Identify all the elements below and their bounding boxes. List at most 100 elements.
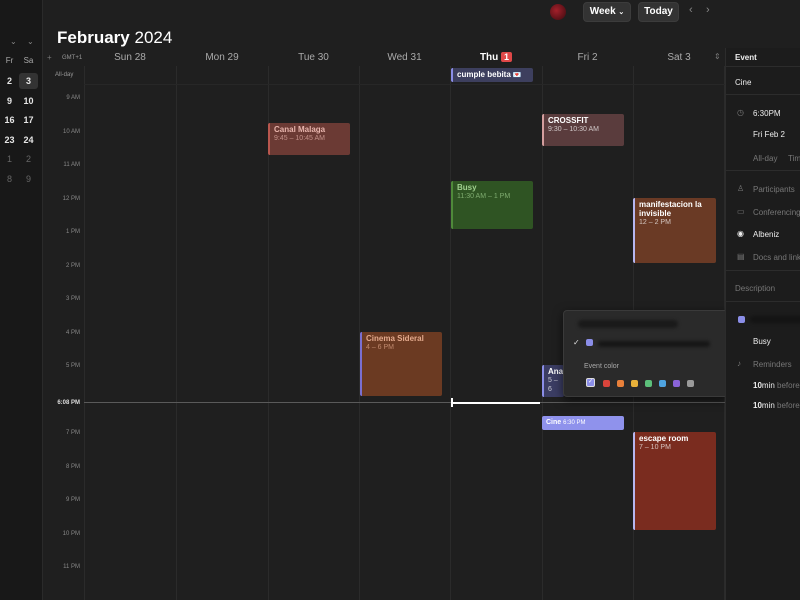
reminder-value: 10 bbox=[753, 401, 762, 410]
day-header[interactable]: Fri 2 bbox=[542, 52, 633, 66]
mini-day[interactable]: 9 bbox=[0, 96, 19, 106]
hour-label: 4 PM bbox=[65, 330, 80, 336]
description-field[interactable]: Description bbox=[735, 284, 775, 293]
event-cinema-sideral[interactable]: Cinema Sideral 4 – 6 PM bbox=[360, 332, 442, 396]
event-title: Canal Malaga bbox=[274, 125, 326, 134]
event-escape-room[interactable]: escape room 7 – 10 PM bbox=[633, 432, 716, 530]
event-title: escape room bbox=[639, 434, 689, 443]
day-header[interactable]: Mon 29 bbox=[176, 52, 268, 66]
event-title: Ana bbox=[548, 367, 564, 376]
event-cumple[interactable]: cumple bebita 💌 bbox=[451, 68, 533, 82]
all-day-toggle[interactable]: All-day bbox=[753, 154, 777, 163]
mini-day[interactable]: 1 bbox=[0, 154, 19, 164]
avatar[interactable] bbox=[550, 4, 566, 20]
color-swatch[interactable] bbox=[645, 380, 652, 387]
reminder-1[interactable]: 10min before bbox=[753, 381, 800, 390]
mini-day[interactable]: 2 bbox=[19, 154, 38, 164]
event-time: 11:30 AM – 1 PM bbox=[457, 193, 511, 200]
color-swatch[interactable] bbox=[617, 380, 624, 387]
mini-dow: Sa bbox=[23, 56, 34, 65]
day-label: Thu bbox=[479, 52, 499, 63]
hour-line bbox=[84, 84, 725, 85]
day-divider bbox=[450, 66, 451, 600]
docs-field[interactable]: Docs and links bbox=[753, 253, 800, 262]
mini-day[interactable]: 16 bbox=[0, 115, 19, 125]
event-time: 12 – 2 PM bbox=[639, 219, 671, 226]
day-header-today[interactable]: Thu 1 bbox=[450, 52, 542, 66]
redacted-calendar-option[interactable] bbox=[598, 341, 710, 347]
hour-label: 10 PM bbox=[62, 531, 80, 537]
redacted-calendar-selector[interactable] bbox=[750, 316, 800, 323]
event-ana[interactable]: Ana 5 – 6 bbox=[542, 365, 564, 397]
mini-day[interactable]: 17 bbox=[19, 115, 38, 125]
current-time-marker bbox=[451, 398, 453, 407]
event-time: 6:30 PM bbox=[563, 420, 586, 426]
calendar-swatch[interactable] bbox=[586, 339, 593, 346]
day-header[interactable]: Sun 28 bbox=[84, 52, 176, 66]
color-swatch[interactable] bbox=[603, 380, 610, 387]
day-header[interactable]: Sat 3 bbox=[633, 52, 725, 66]
event-title: Cinema Sideral bbox=[366, 334, 424, 343]
current-time-label: 6:08 PM bbox=[57, 400, 80, 406]
divider bbox=[726, 66, 800, 67]
mini-next-icon[interactable]: ⌄ bbox=[27, 37, 34, 46]
color-swatch-selected[interactable]: ✓ bbox=[586, 378, 595, 387]
video-icon: ▭ bbox=[737, 207, 745, 216]
event-title: Cine bbox=[546, 419, 562, 426]
location-field[interactable]: Albeniz bbox=[753, 230, 779, 239]
event-busy[interactable]: Busy 11:30 AM – 1 PM bbox=[451, 181, 533, 229]
day-header[interactable]: Wed 31 bbox=[359, 52, 450, 66]
event-manifestacion[interactable]: manifestacion la invisible 12 – 2 PM bbox=[633, 198, 716, 263]
event-date-field[interactable]: Fri Feb 2 bbox=[753, 130, 785, 139]
reminder-value: 10 bbox=[753, 381, 762, 390]
next-week-icon[interactable]: › bbox=[706, 4, 710, 16]
check-icon: ✓ bbox=[573, 338, 580, 347]
document-icon: ▤ bbox=[737, 252, 745, 261]
event-time: 9:30 – 10:30 AM bbox=[548, 126, 599, 133]
event-time-field[interactable]: 6:30PM bbox=[753, 109, 781, 118]
mini-day[interactable]: 9 bbox=[19, 174, 38, 184]
reminder-suffix: before bbox=[777, 401, 800, 410]
calendar-color-swatch[interactable] bbox=[738, 316, 745, 323]
divider bbox=[726, 170, 800, 171]
reminder-unit: min bbox=[761, 381, 775, 390]
color-swatch[interactable] bbox=[673, 380, 680, 387]
divider bbox=[726, 301, 800, 302]
event-cine[interactable]: Cine 6:30 PM bbox=[542, 416, 624, 430]
view-select[interactable]: Week ⌄ bbox=[583, 2, 631, 22]
mini-day[interactable]: 8 bbox=[0, 174, 19, 184]
participants-field[interactable]: Participants bbox=[753, 185, 795, 194]
prev-week-icon[interactable]: ‹ bbox=[689, 4, 693, 16]
add-icon[interactable]: + bbox=[47, 53, 52, 62]
mini-day-selected[interactable]: 3 bbox=[19, 73, 38, 89]
timezone-label[interactable]: GMT+1 bbox=[62, 55, 82, 61]
mini-day[interactable]: 10 bbox=[19, 96, 38, 106]
availability-field[interactable]: Busy bbox=[753, 337, 771, 346]
time-zone-toggle[interactable]: Tim bbox=[788, 154, 800, 163]
view-select-label: Week bbox=[589, 6, 616, 17]
day-header[interactable]: Tue 30 bbox=[268, 52, 359, 66]
location-icon: ◉ bbox=[737, 229, 744, 238]
mini-prev-icon[interactable]: ⌄ bbox=[10, 37, 17, 46]
sidebar: ⌄ ⌄ Fr Sa 2 3 9 10 16 17 23 24 1 2 8 9 bbox=[0, 0, 43, 600]
reminder-2[interactable]: 10min before bbox=[753, 401, 800, 410]
color-swatch[interactable] bbox=[659, 380, 666, 387]
hour-label: 11 AM bbox=[63, 162, 80, 168]
event-title-field[interactable]: Cine bbox=[735, 78, 751, 87]
hour-label: 1 PM bbox=[65, 229, 80, 235]
color-swatch[interactable] bbox=[631, 380, 638, 387]
mini-day[interactable]: 2 bbox=[0, 76, 19, 86]
bell-icon: ♪ bbox=[737, 359, 741, 368]
color-swatch[interactable] bbox=[687, 380, 694, 387]
event-canal-malaga[interactable]: Canal Malaga 9:45 – 10:45 AM bbox=[268, 123, 350, 155]
current-time-line-today bbox=[452, 402, 540, 404]
mini-day[interactable]: 24 bbox=[19, 135, 38, 145]
event-time: 5 – 6 bbox=[548, 377, 558, 393]
mini-day[interactable]: 23 bbox=[0, 135, 19, 145]
event-crossfit[interactable]: CROSSFIT 9:30 – 10:30 AM bbox=[542, 114, 624, 146]
hour-label: 11 PM bbox=[63, 564, 80, 570]
hour-label: 2 PM bbox=[65, 263, 80, 269]
today-button[interactable]: Today bbox=[638, 2, 679, 22]
conferencing-field[interactable]: Conferencing bbox=[753, 208, 800, 217]
hour-label: 12 PM bbox=[62, 196, 80, 202]
